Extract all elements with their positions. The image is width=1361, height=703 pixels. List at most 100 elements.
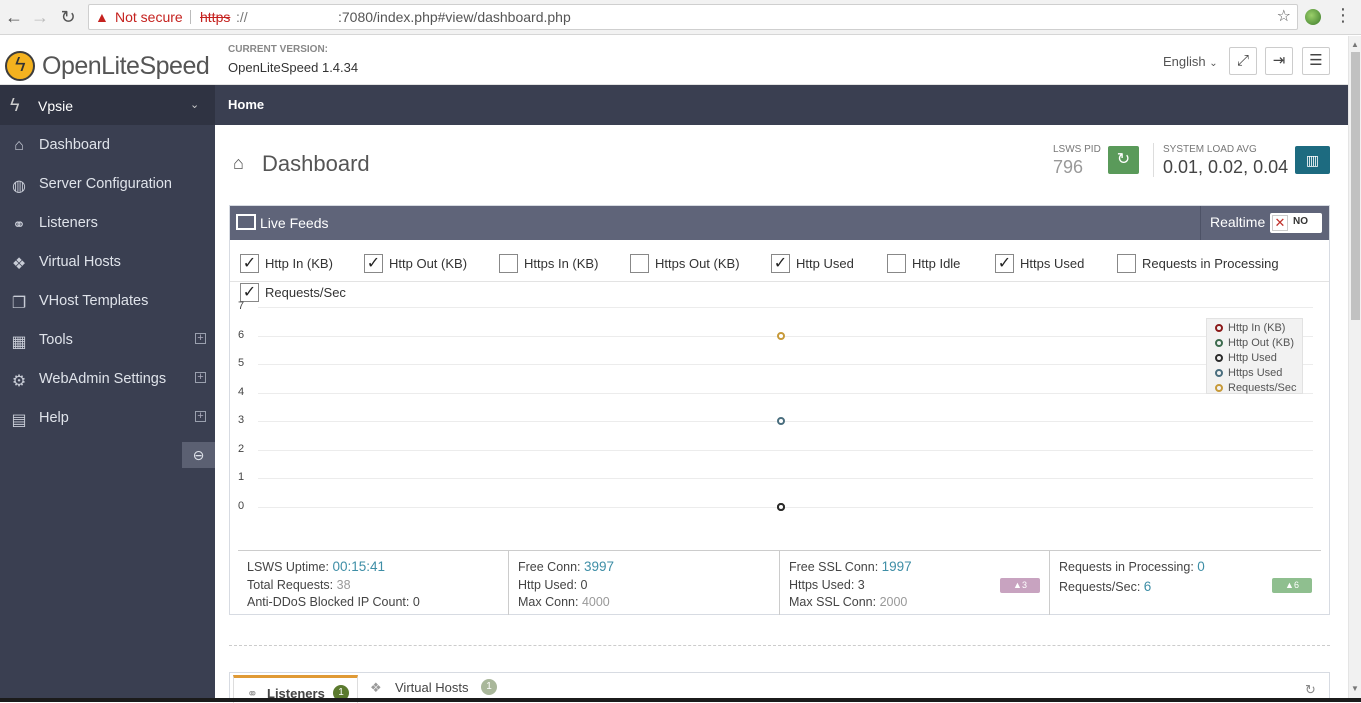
globe-icon: ◍ — [12, 178, 26, 195]
reload-icon[interactable]: ↻ — [56, 5, 80, 29]
bookmark-star-icon[interactable]: ☆ — [1277, 5, 1291, 29]
chart-legend: Http In (KB) Http Out (KB) Http Used Https … — [1206, 318, 1303, 394]
book-icon: ▤ — [11, 412, 27, 429]
check-icon: ✓ — [771, 254, 790, 273]
max-conn-row: Max Conn: 4000 — [518, 595, 610, 609]
max-ssl-row: Max SSL Conn: 2000 — [789, 595, 907, 609]
grid-line — [258, 335, 1313, 337]
divider — [230, 281, 1329, 282]
fullscreen-button[interactable]: ⤢ — [1229, 47, 1257, 75]
system-load-value: 0.01, 0.02, 0.04 — [1163, 157, 1289, 177]
refresh-icon[interactable]: ↻ — [1305, 682, 1316, 698]
expand-plus-icon[interactable]: + — [195, 333, 206, 344]
close-icon: ✕ — [1272, 215, 1288, 231]
checkbox-label: Http In (KB) — [265, 256, 333, 271]
req-proc-value: 0 — [1197, 559, 1205, 574]
stats-row: LSWS Uptime: 00:15:41 Total Requests: 38… — [238, 550, 1321, 615]
scroll-thumb[interactable] — [1351, 52, 1360, 320]
data-point[interactable] — [777, 503, 785, 511]
divider — [1153, 143, 1154, 177]
expand-plus-icon[interactable]: + — [195, 372, 206, 383]
live-feeds-header: Live Feeds Realtime ✕ NO — [230, 206, 1329, 240]
language-selector[interactable]: English ⌄ — [1163, 54, 1218, 69]
free-conn-value: 3997 — [584, 559, 615, 574]
req-proc-label: Requests in Processing: — [1059, 560, 1194, 574]
grid-line — [258, 449, 1313, 451]
data-point[interactable] — [777, 331, 785, 340]
grid-line — [258, 392, 1313, 394]
sidebar-item-vhost-templates[interactable]: ❐ VHost Templates — [0, 282, 215, 321]
req-sec-label: Requests/Sec: — [1059, 580, 1141, 594]
app-header: ϟ OpenLiteSpeed CURRENT VERSION: OpenLit… — [0, 36, 1348, 85]
breadcrumb-home[interactable]: Home — [228, 97, 264, 112]
bar-chart-icon: ▥ — [1305, 152, 1320, 168]
address-bar[interactable]: ▲ Not secure https :// :7080/index.php#v… — [88, 4, 1298, 30]
scrollbar[interactable]: ▲ ▼ — [1348, 36, 1361, 702]
restart-button[interactable]: ↻ — [1108, 146, 1139, 174]
menu-button[interactable]: ☰ — [1302, 47, 1330, 75]
grid-line — [258, 421, 1313, 423]
sidebar-item-listeners[interactable]: ⚭ Listeners — [0, 204, 215, 243]
legend-marker — [1215, 369, 1223, 377]
total-requests-label: Total Requests: — [247, 578, 334, 592]
cubes-icon: ❖ — [11, 256, 27, 273]
check-icon: ✓ — [240, 254, 259, 273]
sidebar-item-label: Tools — [39, 332, 73, 348]
live-feeds-title: Live Feeds — [260, 215, 329, 231]
server-name: Vpsie — [38, 98, 74, 114]
y-tick-label: 7 — [238, 300, 245, 312]
sidebar-item-help[interactable]: ▤ Help + — [0, 399, 215, 438]
free-ssl-value: 1997 — [881, 559, 912, 574]
sidebar-item-server-configuration[interactable]: ◍ Server Configuration — [0, 165, 215, 204]
collapse-sidebar-button[interactable]: ⊖ — [182, 442, 215, 468]
templates-icon: ❐ — [11, 295, 27, 312]
server-selector[interactable]: ϟ Vpsie ⌄ — [0, 85, 215, 125]
y-tick-label: 5 — [238, 357, 245, 370]
forward-icon[interactable]: → — [28, 5, 52, 29]
expand-icon: ⤢ — [1236, 52, 1249, 69]
expand-plus-icon[interactable]: + — [195, 411, 206, 422]
sidebar-item-tools[interactable]: ▦ Tools + — [0, 321, 215, 360]
stats-cell-uptime: LSWS Uptime: 00:15:41 Total Requests: 38… — [238, 551, 509, 615]
stats-button[interactable]: ▥ — [1295, 146, 1330, 174]
free-conn-row: Free Conn: 3997 — [518, 559, 614, 574]
extension-icon[interactable] — [1305, 9, 1321, 25]
data-point[interactable] — [777, 417, 785, 426]
sidebar-item-dashboard[interactable]: ⌂ Dashboard — [0, 126, 215, 165]
legend-marker — [1215, 324, 1223, 332]
cubes-icon: ❖ — [370, 680, 382, 695]
legend-entry: Http In (KB) — [1215, 322, 1285, 334]
sidebar-item-virtual-hosts[interactable]: ❖ Virtual Hosts — [0, 243, 215, 282]
logout-button[interactable]: ⇥ — [1265, 47, 1293, 75]
legend-label: Http Out (KB) — [1228, 337, 1295, 349]
sidebar-item-webadmin-settings[interactable]: ⚙ WebAdmin Settings + — [0, 360, 215, 399]
legend-marker — [1215, 384, 1223, 392]
grid-icon: ▦ — [11, 334, 27, 351]
sidebar-item-label: Listeners — [39, 215, 98, 231]
uptime-row: LSWS Uptime: 00:15:41 — [247, 559, 385, 574]
url-path: :7080/index.php#view/dashboard.php — [338, 9, 571, 25]
stats-cell-requests: Requests in Processing: 0 Requests/Sec: … — [1050, 551, 1321, 615]
req-sparkline-badge: ▲6 — [1272, 578, 1312, 593]
url-scheme-separator: :// — [236, 9, 248, 25]
checkbox-box — [1117, 254, 1136, 273]
legend-marker — [1215, 339, 1223, 347]
back-icon[interactable]: ← — [2, 5, 26, 29]
checkbox-label: Requests/Sec — [265, 285, 346, 300]
tab-label: Virtual Hosts — [395, 680, 469, 695]
warning-icon: ▲ — [95, 9, 109, 25]
req-proc-row: Requests in Processing: 0 — [1059, 559, 1205, 574]
max-ssl-label: Max SSL Conn: — [789, 595, 877, 609]
refresh-icon: ↻ — [1116, 151, 1131, 168]
bar-chart-icon — [236, 214, 256, 230]
browser-menu-icon[interactable]: ⋮ — [1334, 5, 1352, 26]
server-logo-icon: ϟ — [10, 95, 20, 115]
checkbox-label: Https In (KB) — [524, 256, 599, 271]
scroll-up-icon[interactable]: ▲ — [1351, 40, 1359, 49]
scroll-down-icon[interactable]: ▼ — [1351, 684, 1359, 693]
realtime-toggle[interactable]: ✕ NO — [1270, 213, 1322, 233]
pid-label: LSWS PID — [1053, 144, 1101, 155]
ddos-label: Anti-DDoS Blocked IP Count: — [247, 595, 410, 609]
checkbox-label: Http Out (KB) — [389, 256, 468, 271]
stats-cell-ssl: Free SSL Conn: 1997 Https Used: 3 Max SS… — [780, 551, 1050, 615]
